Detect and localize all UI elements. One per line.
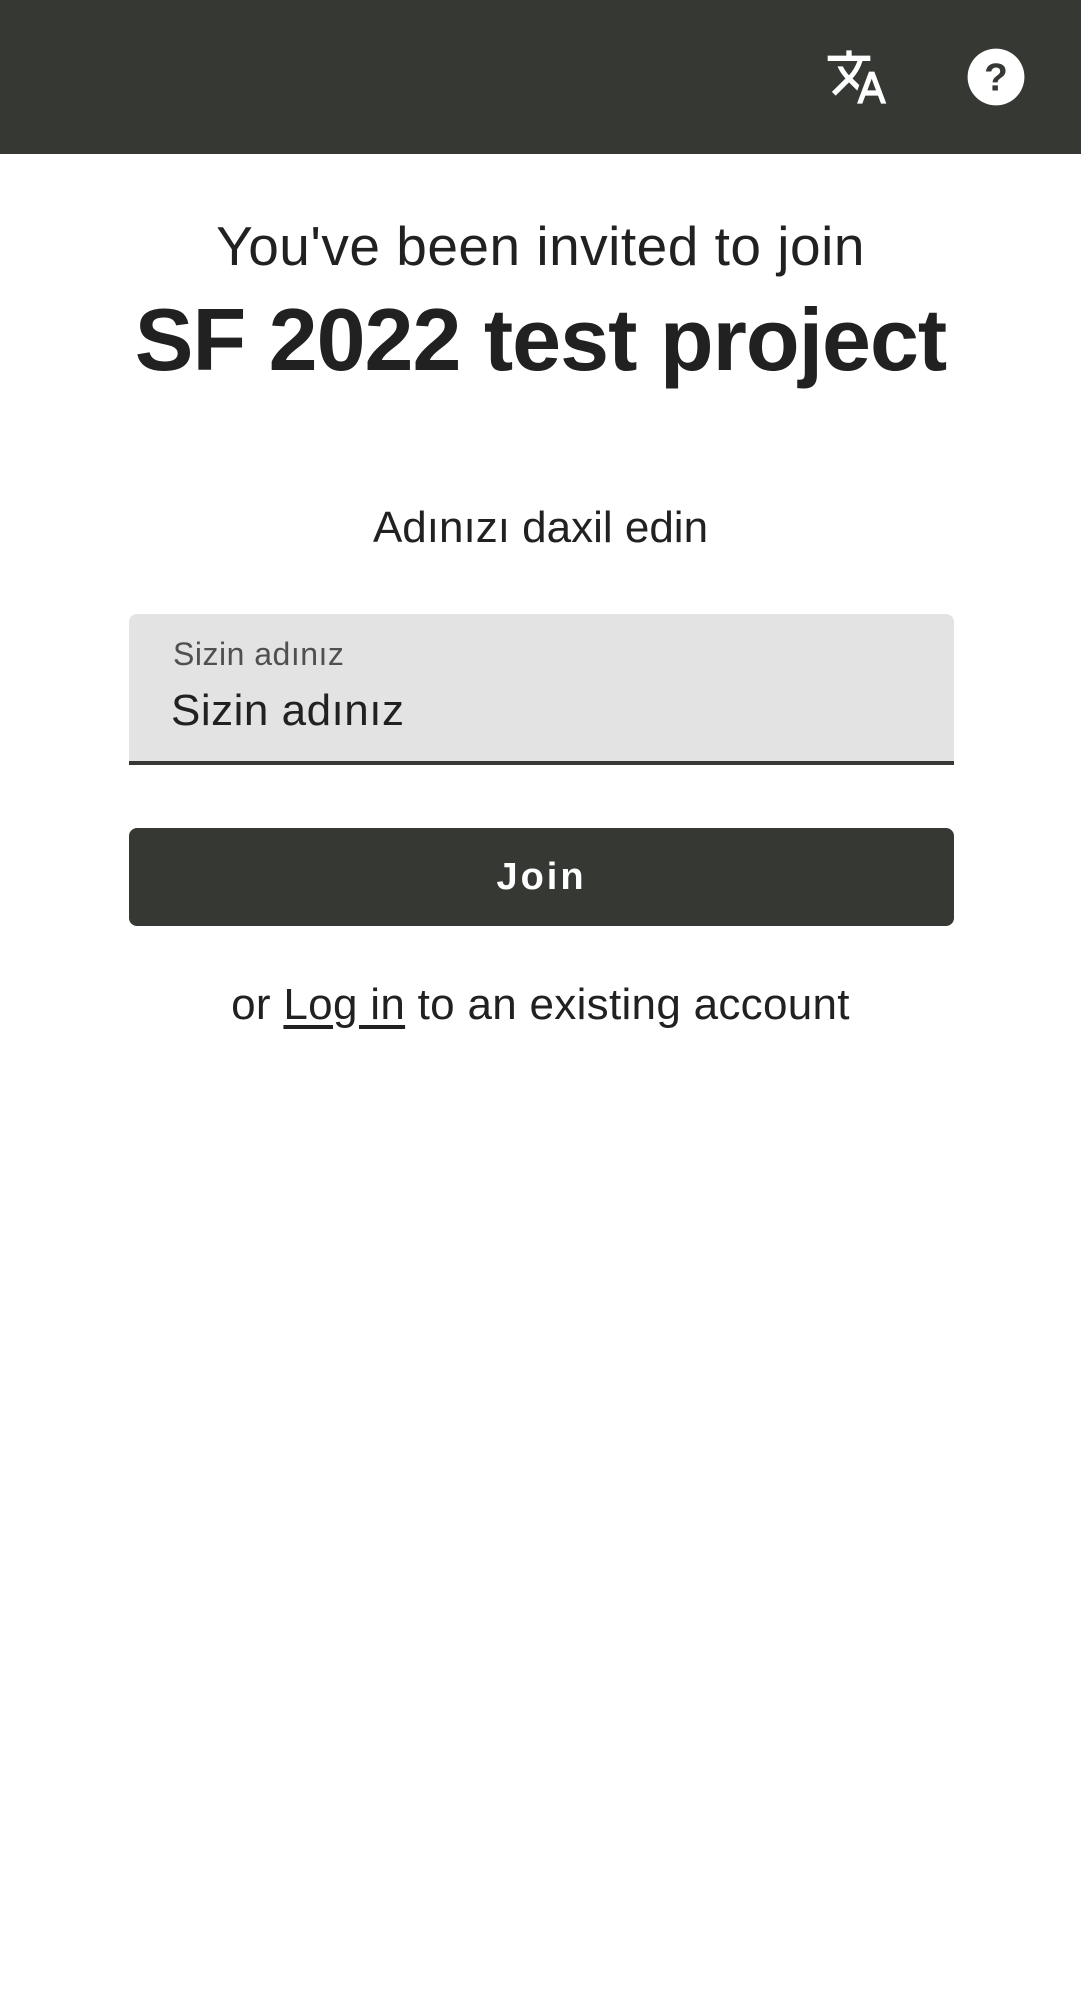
login-prefix: or (231, 980, 284, 1029)
top-app-bar: ? (0, 0, 1081, 154)
name-prompt: Adınızı daxil edin (372, 503, 709, 552)
name-field[interactable]: Sizin adınız (129, 614, 954, 765)
project-title: SF 2022 test project (134, 290, 947, 389)
name-input[interactable] (171, 680, 911, 742)
translate-icon (827, 50, 887, 104)
login-suffix: to an existing account (405, 980, 850, 1029)
login-link[interactable]: Log in (283, 980, 405, 1029)
invite-intro-text: You've been invited to join (216, 215, 865, 277)
name-field-label: Sizin adınız (173, 636, 345, 672)
svg-text:?: ? (984, 56, 1008, 99)
help-button[interactable]: ? (956, 37, 1036, 117)
help-circle-icon: ? (967, 48, 1025, 106)
login-prompt: or Log in to an existing account (0, 980, 1081, 1030)
join-button[interactable]: Join (129, 828, 954, 926)
translate-button[interactable] (817, 37, 897, 117)
